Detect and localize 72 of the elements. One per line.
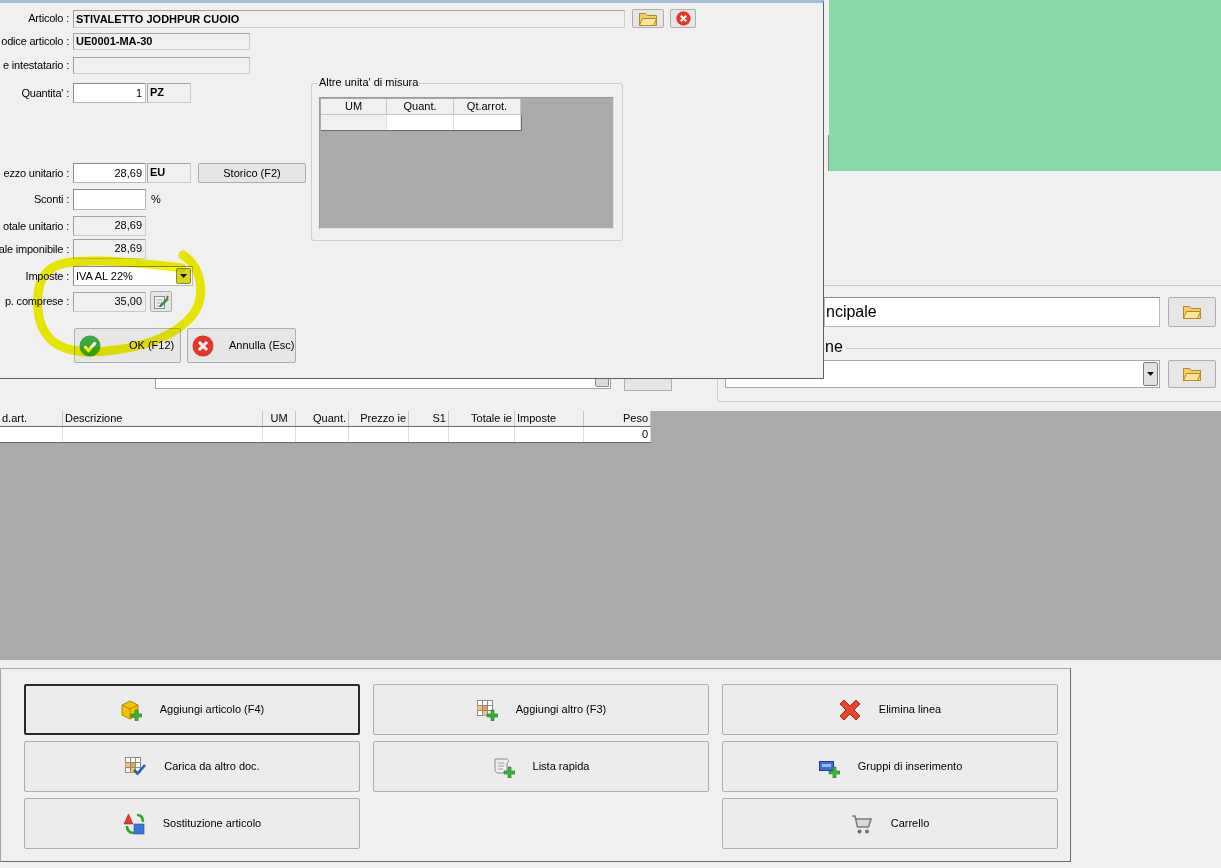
unit-field: EU: [147, 163, 191, 183]
table-header-cell[interactable]: UM: [263, 411, 296, 426]
table-cell: [321, 115, 387, 130]
table-cell: 0: [584, 427, 651, 442]
cancel-button[interactable]: Annulla (Esc): [187, 328, 296, 363]
grid-check-icon: [124, 755, 147, 778]
cart-icon: [850, 812, 873, 835]
input-field[interactable]: [73, 189, 146, 210]
close-button[interactable]: [670, 9, 696, 28]
caret-icon: [180, 274, 187, 278]
load-document-button[interactable]: Carica da altro doc.: [24, 741, 360, 792]
table-header-cell[interactable]: Totale ie: [449, 411, 515, 426]
dropdown-value: IVA AL 22%: [76, 269, 133, 283]
table-header-cell[interactable]: Descrizione: [63, 411, 263, 426]
group-title: Altre unita' di misura: [318, 76, 420, 89]
text-field[interactable]: ncipale: [824, 297, 1160, 327]
history-button[interactable]: Storico (F2): [198, 163, 306, 183]
field-label: ale imponibile :: [0, 242, 69, 256]
folder-icon: [639, 11, 657, 26]
dropdown-button[interactable]: [1143, 362, 1158, 386]
field-label: Articolo :: [28, 12, 69, 25]
scroll-plus-icon: [492, 755, 515, 778]
folder-icon: [1183, 305, 1201, 319]
text-field[interactable]: 28,69: [73, 216, 146, 236]
cart-button[interactable]: Carrello: [722, 798, 1058, 849]
delete-line-button[interactable]: Elimina linea: [722, 684, 1058, 735]
table-header-cell[interactable]: UM: [321, 99, 387, 115]
table-header-cell[interactable]: Imposte: [515, 411, 584, 426]
field-label: odice articolo :: [1, 35, 69, 48]
folder-button[interactable]: [1168, 360, 1216, 388]
grid-plus-icon: [475, 698, 498, 721]
table-header-cell[interactable]: Qt.arrot.: [454, 99, 521, 115]
table-header-cell[interactable]: Quant.: [387, 99, 454, 115]
text-field[interactable]: 35,00: [73, 291, 146, 312]
x-circle-icon: [192, 334, 214, 357]
cube-plus-icon: [119, 698, 142, 721]
caret-icon: [1147, 372, 1154, 376]
text-field[interactable]: UE0001-MA-30: [73, 33, 250, 50]
field-label: e intestatario :: [3, 59, 69, 72]
folder-button[interactable]: [624, 379, 672, 391]
folder-button[interactable]: [1168, 297, 1216, 327]
field-label: otale unitario :: [3, 219, 69, 233]
insert-groups-button[interactable]: Gruppi di inserimento: [722, 741, 1058, 792]
field-label: ezzo unitario :: [3, 166, 69, 180]
unit-field: PZ: [147, 83, 191, 103]
field-label: Sconti :: [33, 193, 69, 206]
text-field[interactable]: STIVALETTO JODHPUR CUOIO: [73, 9, 625, 28]
table-cell: [454, 115, 521, 130]
table-header-cell[interactable]: S1: [409, 411, 449, 426]
table-header-cell[interactable]: d.art.: [0, 411, 63, 426]
shapes-icon: [122, 812, 145, 835]
add-other-button[interactable]: Aggiungi altro (F3): [373, 684, 709, 735]
notepad-pencil-icon: [153, 293, 169, 310]
percent-label: %: [151, 193, 161, 206]
table-cell: [387, 115, 454, 130]
replace-article-button[interactable]: Sostituzione articolo: [24, 798, 360, 849]
table-header-cell[interactable]: Prezzo ie: [349, 411, 409, 426]
edit-button[interactable]: [150, 291, 172, 312]
input-field[interactable]: 28,69: [73, 163, 146, 183]
folder-icon: [1183, 367, 1201, 381]
table-header-cell[interactable]: Peso: [584, 411, 651, 426]
dropdown-field[interactable]: [155, 379, 611, 389]
text-field[interactable]: [73, 57, 250, 74]
folder-button[interactable]: [632, 9, 664, 28]
add-article-button[interactable]: Aggiungi articolo (F4): [24, 684, 360, 735]
x-circle-icon: [675, 11, 691, 26]
table-header-cell[interactable]: Quant.: [296, 411, 349, 426]
text-field[interactable]: 28,69: [73, 239, 146, 259]
field-label: Quantita' :: [21, 86, 69, 100]
x-mark-icon: [838, 698, 861, 721]
input-field[interactable]: 1: [73, 83, 146, 103]
quick-list-button[interactable]: Lista rapida: [373, 741, 709, 792]
